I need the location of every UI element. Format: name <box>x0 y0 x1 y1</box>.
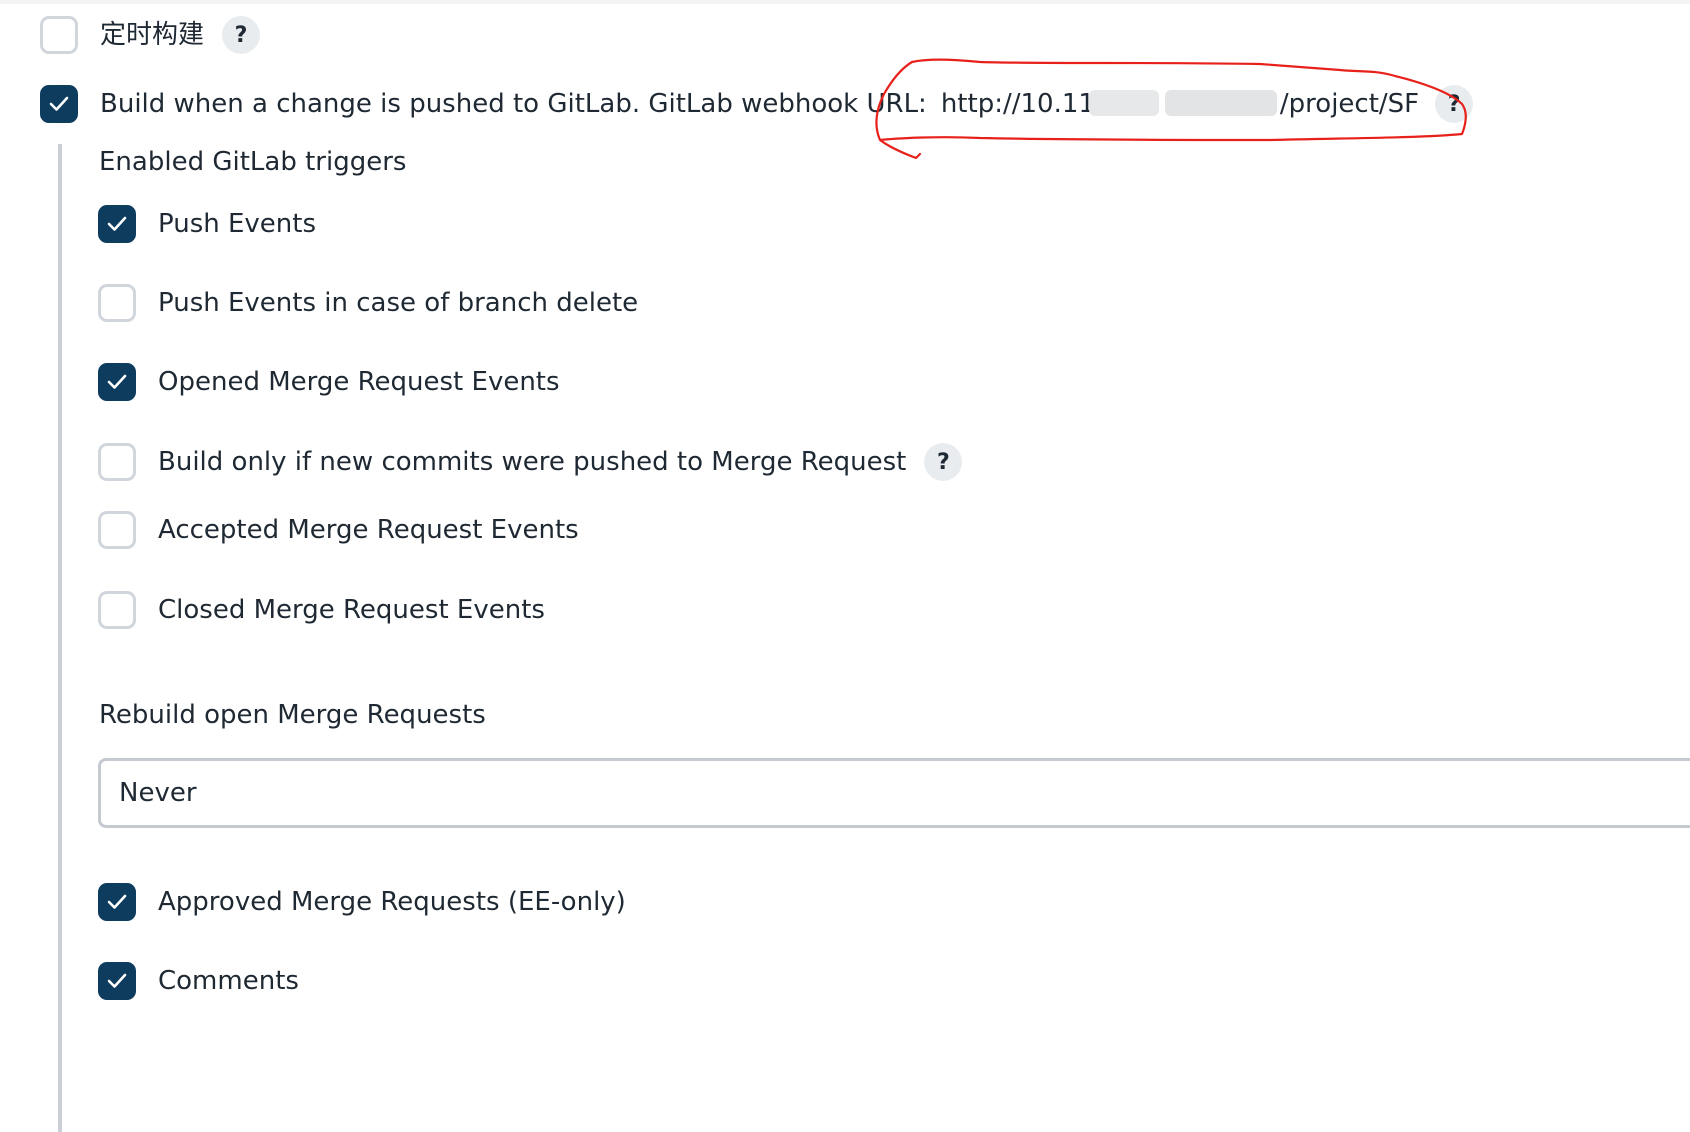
trigger-approved-mr: Approved Merge Requests (EE-only) <box>98 880 626 924</box>
approved-mr-label: Approved Merge Requests (EE-only) <box>158 887 626 917</box>
trigger-opened-mr: Opened Merge Request Events <box>98 360 560 404</box>
push-events-label: Push Events <box>158 209 317 239</box>
redaction-blur <box>1088 90 1159 116</box>
closed-mr-checkbox[interactable] <box>98 591 136 629</box>
trigger-accepted-mr: Accepted Merge Request Events <box>98 508 579 552</box>
help-icon[interactable]: ? <box>222 16 261 54</box>
checkmark-icon <box>49 96 69 111</box>
gitlab-trigger-checkbox[interactable] <box>40 85 78 123</box>
section-indent-line <box>58 144 62 1132</box>
webhook-url-prefix: http://10.11 <box>940 89 1095 119</box>
push-branch-delete-checkbox[interactable] <box>98 284 136 322</box>
gitlab-trigger-label: Build when a change is pushed to GitLab.… <box>100 89 927 119</box>
scheduled-build-label: 定时构建 <box>100 20 205 50</box>
help-icon[interactable]: ? <box>1435 85 1474 123</box>
top-divider <box>0 0 1690 4</box>
option-scheduled-build: 定时构建 ? <box>40 13 261 57</box>
trigger-push-branch-delete: Push Events in case of branch delete <box>98 281 638 325</box>
rebuild-heading: Rebuild open Merge Requests <box>99 700 486 730</box>
accepted-mr-label: Accepted Merge Request Events <box>158 515 579 545</box>
comments-label: Comments <box>158 966 299 996</box>
push-branch-delete-label: Push Events in case of branch delete <box>158 288 639 318</box>
opened-mr-checkbox[interactable] <box>98 363 136 401</box>
new-commits-mr-checkbox[interactable] <box>98 443 136 481</box>
build-triggers-panel: 定时构建 ? Build when a change is pushed to … <box>0 0 1690 1132</box>
comments-checkbox[interactable] <box>98 962 136 1000</box>
help-icon[interactable]: ? <box>924 443 963 481</box>
accepted-mr-checkbox[interactable] <box>98 511 136 549</box>
redaction-blur <box>1164 90 1277 116</box>
trigger-new-commits-mr: Build only if new commits were pushed to… <box>98 440 963 484</box>
trigger-push-events: Push Events <box>98 202 316 246</box>
rebuild-mr-selected-value: Never <box>119 778 197 808</box>
webhook-url: http://10.11/project/SF <box>941 82 1419 126</box>
trigger-closed-mr: Closed Merge Request Events <box>98 588 545 632</box>
checkmark-icon <box>107 374 127 389</box>
approved-mr-checkbox[interactable] <box>98 883 136 921</box>
closed-mr-label: Closed Merge Request Events <box>158 595 545 625</box>
checkmark-icon <box>107 973 127 988</box>
scheduled-build-checkbox[interactable] <box>40 16 78 54</box>
webhook-url-suffix: /project/SF <box>1279 89 1420 119</box>
checkmark-icon <box>107 894 127 909</box>
push-events-checkbox[interactable] <box>98 205 136 243</box>
new-commits-mr-label: Build only if new commits were pushed to… <box>158 447 907 477</box>
triggers-heading: Enabled GitLab triggers <box>99 147 407 177</box>
trigger-comments: Comments <box>98 959 299 1003</box>
opened-mr-label: Opened Merge Request Events <box>158 367 560 397</box>
option-gitlab-push-trigger: Build when a change is pushed to GitLab.… <box>40 82 1474 126</box>
rebuild-mr-select[interactable]: Never <box>98 758 1690 828</box>
checkmark-icon <box>107 216 127 231</box>
